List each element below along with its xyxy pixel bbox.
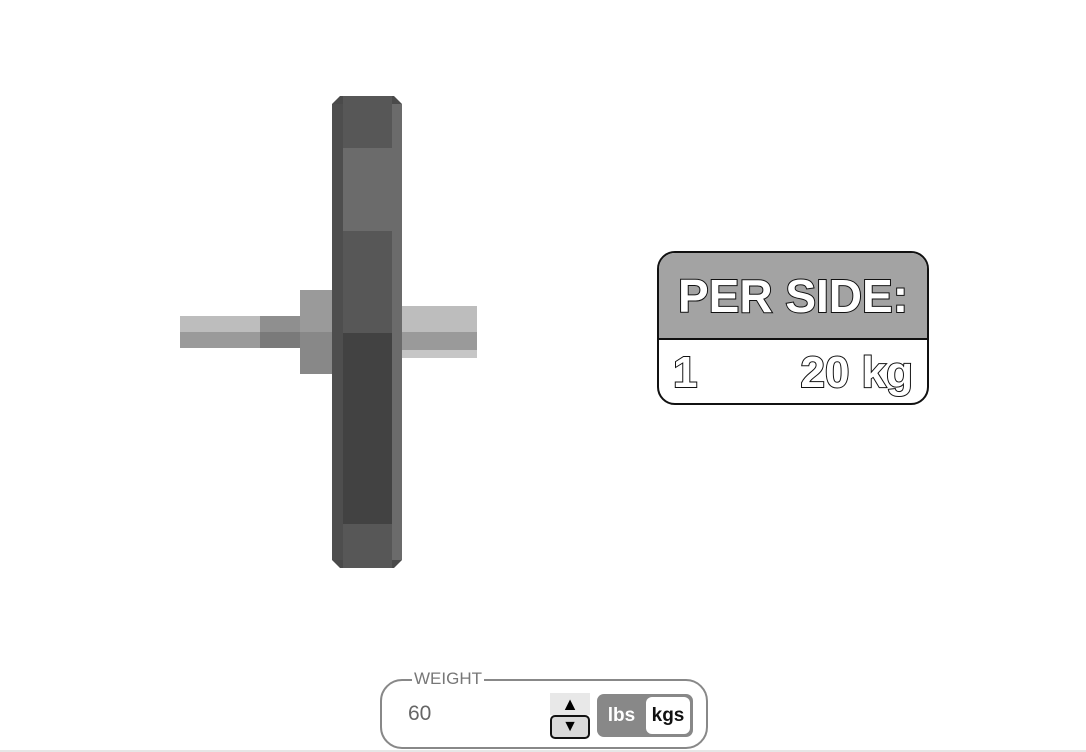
barbell-calculator: PER SIDE: 1 20 kg WEIGHT ▲ ▼ lbs kgs xyxy=(0,0,1086,752)
plate-row: 1 20 kg xyxy=(659,340,927,403)
bar-collar xyxy=(300,290,334,374)
weight-fieldset: WEIGHT ▲ ▼ lbs kgs xyxy=(380,669,708,749)
per-side-title: PER SIDE: xyxy=(677,269,909,323)
per-side-header: PER SIDE: xyxy=(659,253,927,340)
bar-right-sleeve xyxy=(400,306,477,358)
weight-input[interactable] xyxy=(408,699,528,729)
unit-toggle: lbs kgs xyxy=(597,694,693,737)
per-side-panel: PER SIDE: 1 20 kg xyxy=(657,251,929,405)
unit-kgs-button[interactable]: kgs xyxy=(646,697,690,734)
weight-spinner: ▲ ▼ xyxy=(550,693,590,739)
weight-plate xyxy=(332,96,402,568)
triangle-up-icon[interactable]: ▲ xyxy=(550,693,590,715)
triangle-down-icon[interactable]: ▼ xyxy=(550,715,590,739)
plate-weight: 20 kg xyxy=(799,347,914,398)
unit-lbs-button[interactable]: lbs xyxy=(597,694,646,737)
bar-left-sleeve xyxy=(180,316,302,348)
plate-count: 1 xyxy=(672,347,699,398)
weight-label: WEIGHT xyxy=(412,669,484,689)
